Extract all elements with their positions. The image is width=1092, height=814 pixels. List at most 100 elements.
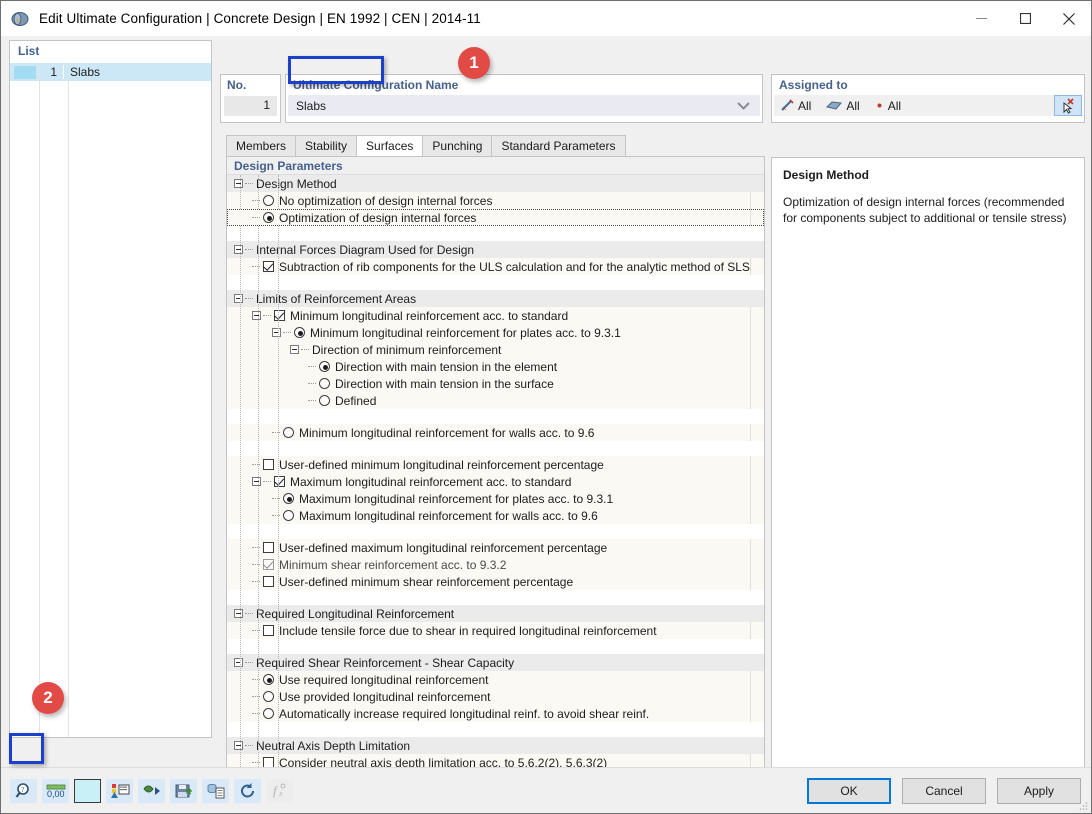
checkbox[interactable] [274,476,285,487]
group-header[interactable]: Limits of Reinforcement Areas [227,290,764,307]
option-row[interactable]: Include tensile force due to shear in re… [227,622,764,639]
resize-grip-icon[interactable] [1078,801,1088,811]
option-row[interactable]: Minimum shear reinforcement acc. to 9.3.… [227,556,764,573]
name-input[interactable] [288,95,388,116]
group-header[interactable]: Neutral Axis Depth Limitation [227,737,764,754]
option-row[interactable]: Automatically increase required longitud… [227,705,764,722]
list-item[interactable]: 1 Slabs [10,63,211,81]
collapse-icon[interactable] [234,245,243,254]
graphic-settings-button[interactable] [106,779,133,803]
group-header[interactable]: Internal Forces Diagram Used for Design [227,241,764,258]
tab-punching[interactable]: Punching [422,135,492,156]
tree-connector [245,662,253,663]
save-button-toolbar[interactable] [170,779,197,803]
radio-button[interactable] [319,378,330,389]
checkbox[interactable] [263,576,274,587]
number-field-label: No. [221,75,280,92]
collapse-icon[interactable] [234,609,243,618]
import-button[interactable] [138,779,165,803]
option-label: Minimum longitudinal reinforcement acc. … [290,309,568,323]
units-button[interactable]: 0,00 [42,779,69,803]
name-field-row[interactable] [288,95,760,116]
checkbox[interactable] [263,261,274,272]
option-row[interactable]: Optimization of design internal forces [227,209,764,226]
option-row[interactable]: Maximum longitudinal reinforcement acc. … [227,473,764,490]
checkbox[interactable] [263,542,274,553]
title-bar: e Edit Ultimate Configuration | Concrete… [1,1,1091,36]
option-row[interactable]: Minimum longitudinal reinforcement acc. … [227,307,764,324]
option-row[interactable]: Direction of minimum reinforcement [227,341,764,358]
option-row[interactable]: Minimum longitudinal reinforcement for p… [227,324,764,341]
collapse-icon[interactable] [272,328,281,337]
radio-button[interactable] [283,427,294,438]
group-header[interactable]: Required Longitudinal Reinforcement [227,605,764,622]
report-button[interactable] [202,779,229,803]
option-row[interactable]: User-defined maximum longitudinal reinfo… [227,539,764,556]
radio-button[interactable] [263,708,274,719]
collapse-icon[interactable] [252,477,261,486]
collapse-icon[interactable] [234,179,243,188]
collapse-icon[interactable] [234,294,243,303]
radio-button[interactable] [263,195,274,206]
tab-standard-parameters[interactable]: Standard Parameters [491,135,625,156]
radio-button[interactable] [319,395,330,406]
bottom-bar: ? 0,00 [1,767,1091,813]
checkbox[interactable] [263,625,274,636]
row-divider [750,341,751,358]
checkbox[interactable] [274,310,285,321]
option-row[interactable]: Maximum longitudinal reinforcement for w… [227,507,764,524]
radio-button[interactable] [263,674,274,685]
row-divider [750,192,751,209]
group-header[interactable]: Required Shear Reinforcement - Shear Cap… [227,654,764,671]
option-row[interactable]: No optimization of design internal force… [227,192,764,209]
chevron-down-icon[interactable] [737,102,750,110]
option-row[interactable]: Use provided longitudinal reinforcement [227,688,764,705]
reset-icon [239,782,257,799]
option-row[interactable]: User-defined minimum shear reinforcement… [227,573,764,590]
list-column-divider-1 [39,63,40,737]
tab-stability[interactable]: Stability [295,135,357,156]
option-row[interactable]: Use required longitudinal reinforcement [227,671,764,688]
color-swatch-icon [14,66,36,79]
option-row[interactable]: User-defined minimum longitudinal reinfo… [227,456,764,473]
option-row[interactable]: Direction with main tension in the eleme… [227,358,764,375]
cancel-button[interactable]: Cancel [902,778,986,804]
tab-surfaces[interactable]: Surfaces [356,135,423,156]
reset-button[interactable] [234,779,261,803]
radio-button[interactable] [283,493,294,504]
radio-button[interactable] [263,691,274,702]
minimize-button[interactable] [959,1,1003,36]
graphic-settings-icon [110,782,130,799]
tab-members[interactable]: Members [226,135,296,156]
tree-connector [245,745,253,746]
option-row[interactable]: Defined [227,392,764,409]
radio-button[interactable] [263,212,274,223]
collapse-icon[interactable] [252,311,261,320]
option-row[interactable]: Subtraction of rib components for the UL… [227,258,764,275]
collapse-icon[interactable] [234,741,243,750]
option-label: Direction with main tension in the surfa… [335,377,554,391]
option-row[interactable]: Consider neutral axis depth limitation a… [227,754,764,768]
radio-button[interactable] [283,510,294,521]
collapse-icon[interactable] [234,658,243,667]
assigned-to-row: x All All All [774,95,1082,116]
option-row[interactable]: Direction with main tension in the surfa… [227,375,764,392]
color-swatch-button[interactable] [74,779,101,803]
svg-text:?: ? [21,786,24,794]
radio-button[interactable] [294,327,305,338]
option-row[interactable]: Minimum longitudinal reinforcement for w… [227,424,764,441]
radio-button[interactable] [319,361,330,372]
apply-button[interactable]: Apply [997,778,1081,804]
option-row[interactable]: Maximum longitudinal reinforcement for p… [227,490,764,507]
ok-button[interactable]: OK [807,778,891,804]
select-objects-button[interactable] [1054,95,1082,116]
spacer-row [227,441,764,456]
group-header[interactable]: Design Method [227,175,764,192]
assigned-to-field[interactable]: x All All All [774,95,1054,116]
maximize-button[interactable] [1003,1,1047,36]
search-button[interactable]: ? [10,779,37,803]
checkbox[interactable] [263,459,274,470]
close-button[interactable] [1047,1,1091,36]
collapse-icon[interactable] [290,345,299,354]
svg-text:x: x [278,789,283,798]
